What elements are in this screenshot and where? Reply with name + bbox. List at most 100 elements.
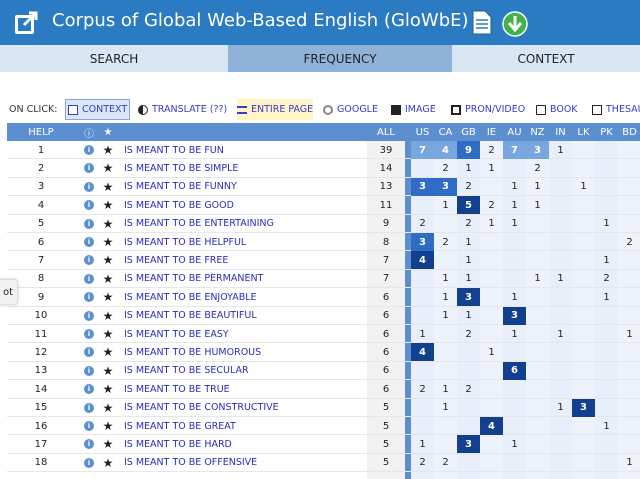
all-count[interactable]: 7 — [367, 251, 405, 269]
country-count[interactable]: 3 — [411, 177, 434, 196]
country-count[interactable] — [480, 288, 503, 306]
country-count[interactable]: 1 — [457, 251, 480, 269]
word-link[interactable]: IS MEANT TO BE HELPFUL — [124, 233, 364, 251]
country-count[interactable] — [572, 215, 595, 233]
country-count[interactable]: 1 — [457, 270, 480, 288]
word-link[interactable]: IS MEANT TO BE FUN — [124, 141, 364, 159]
word-link[interactable]: IS MEANT TO BE TRUE — [124, 380, 364, 398]
country-count[interactable] — [480, 233, 503, 251]
option-google[interactable]: GOOGLE — [323, 99, 378, 120]
country-count[interactable] — [526, 435, 549, 453]
tab-context[interactable]: CONTEXT — [452, 45, 640, 72]
info-icon[interactable]: i — [79, 417, 99, 435]
word-link[interactable]: IS MEANT TO BE EASY — [124, 325, 364, 343]
country-count[interactable] — [411, 288, 434, 306]
country-count[interactable]: 4 — [411, 343, 434, 362]
country-count[interactable] — [618, 362, 640, 380]
country-count[interactable] — [457, 417, 480, 435]
option-pron-video[interactable]: PRON/VIDEO — [451, 99, 525, 120]
country-count[interactable] — [526, 362, 549, 380]
country-count[interactable]: 6 — [503, 361, 526, 380]
star-icon[interactable]: ★ — [99, 233, 117, 251]
country-count[interactable]: 1 — [503, 178, 526, 196]
country-count[interactable] — [526, 215, 549, 233]
country-count[interactable] — [434, 417, 457, 435]
country-count[interactable] — [595, 399, 618, 417]
country-count[interactable] — [572, 325, 595, 343]
country-count[interactable]: 4 — [411, 251, 434, 270]
country-count[interactable] — [549, 343, 572, 361]
info-icon[interactable]: i — [79, 196, 99, 214]
country-count[interactable] — [572, 288, 595, 306]
country-count[interactable] — [572, 270, 595, 288]
all-count[interactable]: 5 — [367, 417, 405, 435]
option-entire-page[interactable]: ENTIRE PAGE — [237, 99, 314, 120]
all-count[interactable]: 5 — [367, 435, 405, 453]
country-count[interactable]: 5 — [457, 196, 480, 215]
word-link[interactable]: IS MEANT TO BE SECULAR — [124, 362, 364, 380]
country-count[interactable] — [480, 251, 503, 269]
country-count[interactable] — [595, 178, 618, 196]
country-count[interactable] — [434, 435, 457, 453]
word-link[interactable]: IS MEANT TO BE ENJOYABLE — [124, 288, 364, 306]
country-count[interactable] — [480, 399, 503, 417]
tab-search[interactable]: SEARCH — [0, 45, 228, 72]
country-count[interactable] — [526, 288, 549, 306]
country-count[interactable]: 3 — [434, 177, 457, 196]
country-count[interactable] — [480, 307, 503, 325]
country-count[interactable]: 1 — [434, 307, 457, 325]
info-icon[interactable]: i — [79, 251, 99, 269]
star-icon[interactable]: ★ — [99, 159, 117, 177]
country-count[interactable] — [618, 417, 640, 435]
star-icon[interactable]: ★ — [99, 399, 117, 417]
star-icon[interactable]: ★ — [99, 251, 117, 269]
country-count[interactable]: 1 — [549, 141, 572, 159]
country-count[interactable]: 1 — [503, 325, 526, 343]
info-icon[interactable]: i — [79, 288, 99, 306]
country-count[interactable] — [411, 362, 434, 380]
country-count[interactable] — [549, 417, 572, 435]
country-count[interactable] — [618, 307, 640, 325]
country-count[interactable] — [595, 435, 618, 453]
country-count[interactable] — [618, 288, 640, 306]
country-count[interactable] — [526, 307, 549, 325]
country-count[interactable] — [411, 417, 434, 435]
header-country-in[interactable]: IN — [549, 123, 572, 141]
country-count[interactable]: 2 — [434, 233, 457, 251]
country-count[interactable] — [526, 380, 549, 398]
country-count[interactable] — [595, 343, 618, 361]
info-icon[interactable]: i — [79, 399, 99, 417]
word-link[interactable]: IS MEANT TO BE HARD — [124, 435, 364, 453]
star-icon[interactable]: ★ — [99, 380, 117, 398]
word-link[interactable]: IS MEANT TO BE HUMOROUS — [124, 343, 364, 361]
star-icon[interactable]: ★ — [99, 196, 117, 214]
word-link[interactable]: IS MEANT TO BE PERMANENT — [124, 270, 364, 288]
country-count[interactable]: 2 — [411, 454, 434, 472]
country-count[interactable]: 1 — [503, 196, 526, 214]
country-count[interactable] — [503, 343, 526, 361]
word-link[interactable]: IS MEANT TO BE CONSTRUCTIVE — [124, 399, 364, 417]
side-feedback-tab[interactable]: ot — [0, 279, 18, 305]
country-count[interactable] — [618, 215, 640, 233]
country-count[interactable] — [480, 270, 503, 288]
star-icon[interactable]: ★ — [99, 288, 117, 306]
info-icon[interactable]: i — [79, 270, 99, 288]
country-count[interactable] — [480, 362, 503, 380]
country-count[interactable] — [457, 399, 480, 417]
star-icon[interactable]: ★ — [99, 343, 117, 361]
country-count[interactable] — [572, 380, 595, 398]
country-count[interactable] — [457, 454, 480, 472]
country-count[interactable]: 1 — [434, 270, 457, 288]
country-count[interactable] — [572, 454, 595, 472]
country-count[interactable]: 2 — [457, 215, 480, 233]
country-count[interactable] — [526, 325, 549, 343]
country-count[interactable] — [549, 251, 572, 269]
info-icon[interactable]: i — [79, 141, 99, 159]
country-count[interactable]: 1 — [549, 270, 572, 288]
info-icon[interactable]: i — [79, 362, 99, 380]
country-count[interactable] — [526, 251, 549, 269]
country-count[interactable] — [526, 417, 549, 435]
country-count[interactable]: 9 — [457, 141, 480, 159]
country-count[interactable]: 1 — [457, 233, 480, 251]
country-count[interactable] — [503, 270, 526, 288]
